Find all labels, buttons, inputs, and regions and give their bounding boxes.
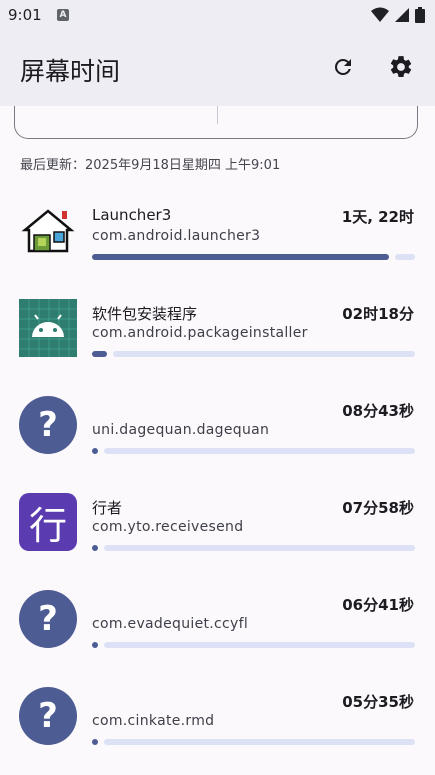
package-name: com.evadequiet.ccyfl bbox=[92, 616, 249, 632]
list-item[interactable]: ? 06分41秒 com.evadequiet.ccyfl bbox=[0, 581, 435, 678]
app-icon: ? bbox=[19, 396, 77, 454]
usage-bar-fill bbox=[92, 351, 107, 357]
package-name: com.android.packageinstaller bbox=[92, 325, 308, 341]
usage-bar-fill bbox=[92, 254, 389, 260]
app-icon: ? bbox=[19, 687, 77, 745]
usage-bar-track bbox=[104, 739, 415, 745]
usage-time: 06分41秒 bbox=[342, 596, 414, 614]
usage-bar-fill bbox=[92, 545, 98, 551]
gear-icon bbox=[390, 56, 412, 77]
app-bar: 屏幕时间 bbox=[0, 30, 435, 106]
usage-bar bbox=[92, 254, 415, 260]
usage-bar-track bbox=[395, 254, 415, 260]
xing-icon: 行 bbox=[19, 493, 77, 551]
app-usage-list: Launcher3 1天, 22时 com.android.launcher3 bbox=[0, 193, 435, 775]
list-item[interactable]: ? 05分35秒 com.cinkate.rmd bbox=[0, 678, 435, 775]
signal-icon bbox=[394, 8, 409, 22]
usage-bar bbox=[92, 351, 415, 357]
refresh-button[interactable] bbox=[326, 50, 360, 84]
package-name: com.cinkate.rmd bbox=[92, 713, 215, 729]
usage-time: 02时18分 bbox=[342, 305, 414, 323]
usage-bar bbox=[92, 739, 415, 745]
refresh-icon bbox=[335, 58, 351, 75]
package-name: com.yto.receivesend bbox=[92, 519, 244, 535]
app-name: Launcher3 bbox=[92, 206, 172, 224]
list-item[interactable]: ? 08分43秒 uni.dagequan.dagequan bbox=[0, 387, 435, 484]
house-icon bbox=[21, 209, 75, 253]
app-icon bbox=[19, 202, 77, 260]
usage-bar-track bbox=[104, 448, 415, 454]
list-item[interactable]: Launcher3 1天, 22时 com.android.launcher3 bbox=[0, 193, 435, 290]
usage-bar bbox=[92, 642, 415, 648]
app-name: 软件包安装程序 bbox=[92, 305, 198, 323]
status-icons bbox=[370, 7, 425, 23]
question-icon: ? bbox=[19, 687, 77, 745]
usage-time: 07分58秒 bbox=[342, 499, 414, 517]
last-updated-text: 最后更新：2025年9月18日星期四 上午9:01 bbox=[20, 158, 281, 173]
page-title: 屏幕时间 bbox=[20, 57, 121, 86]
usage-bar-fill bbox=[92, 448, 98, 454]
settings-button[interactable] bbox=[384, 50, 418, 84]
package-name: uni.dagequan.dagequan bbox=[92, 422, 270, 438]
status-bar: 9:01 A bbox=[0, 0, 435, 30]
usage-bar-track bbox=[104, 642, 415, 648]
usage-bar-track bbox=[104, 545, 415, 551]
app-name: 行者 bbox=[92, 499, 123, 517]
usage-time: 1天, 22时 bbox=[341, 208, 414, 226]
android-icon bbox=[19, 299, 77, 357]
usage-bar-track bbox=[113, 351, 415, 357]
app-icon bbox=[19, 299, 77, 357]
question-icon: ? bbox=[19, 590, 77, 648]
usage-time: 08分43秒 bbox=[342, 402, 414, 420]
question-icon: ? bbox=[19, 396, 77, 454]
usage-time: 05分35秒 bbox=[342, 693, 414, 711]
list-item[interactable]: 软件包安装程序 02时18分 com.android.packageinstal… bbox=[0, 290, 435, 387]
usage-bar-fill bbox=[92, 642, 98, 648]
package-name: com.android.launcher3 bbox=[92, 228, 261, 244]
list-item[interactable]: 行 行者 07分58秒 com.yto.receivesend bbox=[0, 484, 435, 581]
battery-icon bbox=[415, 7, 425, 23]
app-icon: ? bbox=[19, 590, 77, 648]
app-icon: 行 bbox=[19, 493, 77, 551]
usage-bar bbox=[92, 448, 415, 454]
summary-divider bbox=[217, 106, 218, 124]
notification-icon: A bbox=[57, 9, 69, 21]
wifi-icon bbox=[370, 7, 389, 22]
usage-bar bbox=[92, 545, 415, 551]
usage-bar-fill bbox=[92, 739, 98, 745]
status-time: 9:01 bbox=[8, 6, 42, 24]
